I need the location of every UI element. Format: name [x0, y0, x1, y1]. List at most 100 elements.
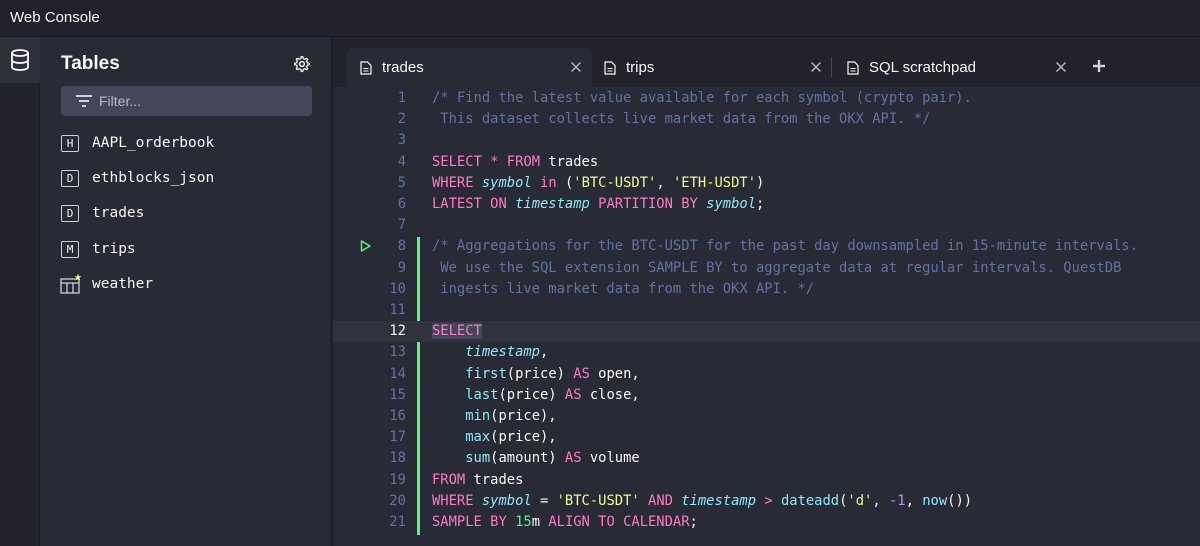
line-number: 19: [389, 471, 406, 488]
code-token: min: [465, 408, 491, 424]
code-line[interactable]: 11: [333, 300, 1200, 321]
line-number: 4: [397, 153, 406, 170]
line-number: 14: [389, 365, 406, 382]
line-number: 15: [389, 386, 406, 403]
filter-icon: [76, 95, 92, 107]
code-line[interactable]: 17 max(price),: [333, 427, 1200, 448]
tab-label: trips: [626, 59, 655, 76]
title-bar: Web Console: [0, 0, 1200, 37]
tab-trades[interactable]: trades: [346, 48, 592, 87]
code-token: WHERE: [432, 174, 474, 191]
code-token: (price): [506, 365, 574, 382]
code-token: 'd': [847, 492, 873, 509]
table-item-trips[interactable]: M trips: [61, 237, 136, 261]
tab-sql-scratchpad[interactable]: SQL scratchpad: [833, 48, 1077, 87]
tab-label: SQL scratchpad: [869, 59, 976, 76]
code-token: m: [531, 514, 549, 530]
code-token: PARTITION BY: [598, 196, 698, 212]
database-icon: [11, 49, 29, 71]
gear-icon[interactable]: [293, 55, 311, 73]
code-token: LATEST ON: [432, 196, 507, 212]
code-token: ingests live market data from the OKX AP…: [432, 280, 815, 297]
line-number: 16: [389, 408, 406, 424]
close-icon[interactable]: [810, 61, 822, 73]
code-token: ;: [756, 196, 765, 212]
code-text: WHERE symbol = 'BTC-USDT' AND timestamp …: [432, 491, 972, 512]
table-filter-input[interactable]: Filter...: [61, 86, 312, 116]
code-token: This dataset collects live market data f…: [432, 111, 931, 128]
tables-panel-button[interactable]: [0, 37, 40, 83]
add-tab-plus-icon[interactable]: [1092, 59, 1106, 73]
table-item-aapl-orderbook[interactable]: H AAPL_orderbook: [61, 131, 214, 155]
code-text: min(price),: [432, 406, 557, 427]
table-item-weather[interactable]: weather: [60, 272, 153, 296]
code-token: FROM: [506, 153, 541, 170]
tab-divider: [831, 57, 832, 77]
code-token: 'BTC-USDT': [556, 492, 640, 509]
code-line[interactable]: 21 SAMPLE BY 15m ALIGN TO CALENDAR;: [333, 512, 1200, 533]
table-name: AAPL_orderbook: [92, 135, 215, 151]
code-line[interactable]: 12 SELECT: [333, 321, 1200, 343]
code-line[interactable]: 1 /* Find the latest value available for …: [333, 88, 1200, 109]
code-token: symbol: [481, 174, 532, 191]
run-query-play-icon[interactable]: [360, 240, 371, 253]
code-token: >: [764, 492, 773, 509]
code-token: timestamp: [465, 344, 540, 361]
close-icon[interactable]: [1055, 61, 1067, 73]
code-line[interactable]: 7: [333, 215, 1200, 236]
close-icon[interactable]: [570, 61, 582, 73]
code-token: /* Aggregations for the BTC-USDT for the…: [432, 238, 1139, 255]
table-item-trades[interactable]: D trades: [61, 201, 144, 225]
code-token: volume: [581, 450, 640, 467]
code-line[interactable]: 5 WHERE symbol in ('BTC-USDT', 'ETH-USDT'…: [333, 173, 1200, 194]
code-token: (price),: [490, 408, 557, 424]
tab-trips[interactable]: trips: [590, 48, 832, 87]
line-number: 18: [389, 450, 406, 467]
code-text: SELECT * FROM trades: [432, 152, 598, 173]
code-line[interactable]: 2 This dataset collects live market data…: [333, 109, 1200, 130]
code-line[interactable]: 15 last(price) AS close,: [333, 385, 1200, 406]
editor-tab-bar: trades trips SQL scratchpad: [333, 37, 1200, 87]
code-text: timestamp,: [432, 342, 548, 363]
table-type-badge: D: [61, 169, 79, 187]
code-token: ()): [947, 492, 973, 509]
code-token: now: [922, 492, 948, 509]
code-token: (price),: [490, 429, 557, 446]
code-line[interactable]: 13 timestamp,: [333, 342, 1200, 363]
code-line[interactable]: 3: [333, 130, 1200, 151]
code-token: ,: [872, 492, 889, 509]
code-line[interactable]: 19 FROM trades: [333, 470, 1200, 491]
code-text: We use the SQL extension SAMPLE BY to ag…: [432, 258, 1121, 279]
code-token: in: [540, 174, 557, 191]
line-number: 7: [397, 217, 406, 234]
code-line[interactable]: 14 first(price) AS open,: [333, 364, 1200, 385]
code-line[interactable]: 6 LATEST ON timestamp PARTITION BY symbol…: [333, 194, 1200, 215]
code-line[interactable]: 16 min(price),: [333, 406, 1200, 427]
line-number: 6: [397, 196, 406, 212]
code-text: first(price) AS open,: [432, 364, 639, 385]
table-item-ethblocks-json[interactable]: D ethblocks_json: [61, 166, 214, 190]
sql-editor[interactable]: 1 /* Find the latest value available for …: [333, 87, 1200, 546]
code-token: ,: [540, 344, 549, 361]
code-line[interactable]: 18 sum(amount) AS volume: [333, 448, 1200, 469]
code-token: (amount): [490, 450, 565, 467]
code-token: =: [531, 492, 557, 509]
code-line[interactable]: 10 ingests live market data from the OKX…: [333, 279, 1200, 300]
code-line[interactable]: 4 SELECT * FROM trades: [333, 152, 1200, 173]
code-token: -1: [888, 492, 906, 509]
code-line[interactable]: 20 WHERE symbol = 'BTC-USDT' AND timestam…: [333, 491, 1200, 512]
code-line[interactable]: 8/* Aggregations for the BTC-USDT for th…: [333, 236, 1200, 257]
code-token: timestamp: [515, 196, 590, 212]
code-line[interactable]: 9 We use the SQL extension SAMPLE BY to …: [333, 258, 1200, 279]
